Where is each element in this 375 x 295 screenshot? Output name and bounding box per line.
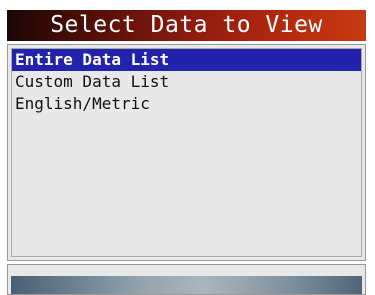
menu-item-english-metric[interactable]: English/Metric <box>12 93 361 115</box>
menu-panel: Entire Data List Custom Data List Englis… <box>7 44 366 261</box>
menu-list: Entire Data List Custom Data List Englis… <box>11 48 362 257</box>
menu-item-entire-data-list[interactable]: Entire Data List <box>12 49 361 71</box>
footer-panel <box>7 264 366 295</box>
footer-bar <box>11 276 362 294</box>
scan-tool-screen: Select Data to View Entire Data List Cus… <box>0 0 375 295</box>
screen-title: Select Data to View <box>7 10 366 41</box>
menu-item-custom-data-list[interactable]: Custom Data List <box>12 71 361 93</box>
